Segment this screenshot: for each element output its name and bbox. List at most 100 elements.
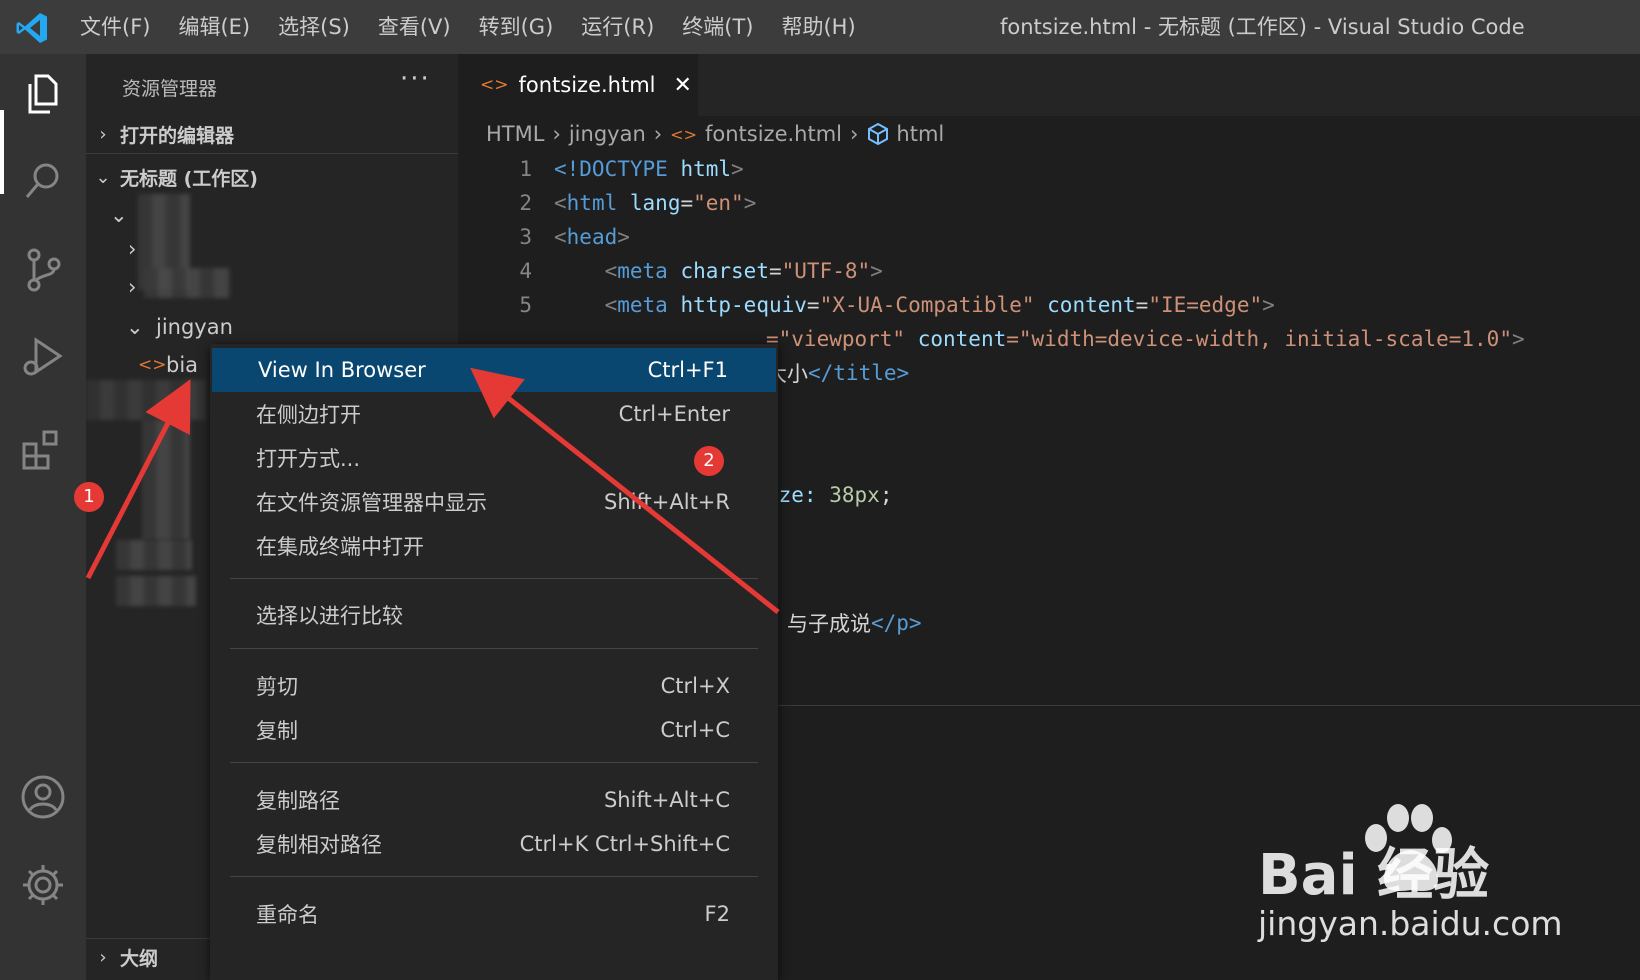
code-token: head	[566, 225, 618, 249]
line-number: 3	[519, 225, 532, 249]
menu-label: 复制	[256, 719, 298, 743]
more-actions-button[interactable]: ···	[400, 64, 431, 94]
code-line-6-fragment[interactable]: ="viewport" content ="width=device-width,…	[766, 322, 1525, 356]
file-label: bia	[166, 353, 199, 377]
html-file-icon: <>	[670, 124, 697, 144]
menu-copy-relative-path[interactable]: 复制相对路径 Ctrl+K Ctrl+Shift+C	[210, 822, 778, 866]
blurred-tree-item	[116, 576, 196, 606]
menu-select-for-compare[interactable]: 选择以进行比较	[210, 593, 778, 637]
extensions-icon[interactable]	[18, 424, 68, 474]
blurred-tree-item	[86, 380, 206, 420]
symbol-element-icon	[868, 122, 889, 146]
menu-label: 打开方式...	[256, 447, 361, 471]
code-line-5[interactable]: 5 <meta http-equiv="X-UA-Compatible" con…	[458, 288, 1274, 322]
outline-label: 大纲	[120, 948, 159, 970]
html-file-icon: <>	[138, 355, 167, 375]
close-icon[interactable]: ✕	[674, 73, 692, 98]
menu-separator	[230, 876, 758, 877]
line-number: 1	[519, 157, 532, 181]
account-icon[interactable]	[18, 772, 68, 822]
menu-label: 选择以进行比较	[256, 604, 403, 628]
breadcrumb: HTML › jingyan › <> fontsize.html › html	[486, 116, 944, 152]
menu-shortcut: Ctrl+Enter	[618, 402, 730, 426]
search-icon[interactable]	[18, 156, 68, 206]
baidu-jingyan-watermark: Bai 经验 jingyan.baidu.com	[1258, 800, 1598, 960]
menu-label: 复制相对路径	[256, 833, 382, 857]
menu-view-in-browser[interactable]: View In Browser Ctrl+F1	[212, 348, 776, 392]
menu-shortcut: Ctrl+X	[660, 674, 730, 698]
breadcrumb-item[interactable]: HTML	[486, 122, 544, 146]
menu-selection[interactable]: 选择(S)	[264, 0, 364, 54]
menu-separator	[230, 648, 758, 649]
code-line-3[interactable]: 3 <head>	[458, 220, 630, 254]
menu-open-to-side[interactable]: 在侧边打开 Ctrl+Enter	[210, 392, 778, 436]
menu-terminal[interactable]: 终端(T)	[668, 0, 767, 54]
tree-chevron-right-icon[interactable]: ›	[128, 268, 136, 306]
line-number: 4	[519, 259, 532, 283]
menu-shortcut: Shift+Alt+C	[603, 788, 730, 812]
menu-shortcut: Ctrl+K Ctrl+Shift+C	[519, 832, 730, 856]
tab-bar: <> fontsize.html ✕	[458, 54, 1640, 116]
chevron-right-icon: ›	[850, 122, 859, 146]
tree-file-bia[interactable]: <> bia	[138, 346, 198, 384]
chevron-right-icon: ›	[99, 124, 107, 145]
menu-shortcut: Ctrl+C	[660, 718, 730, 742]
menu-go[interactable]: 转到(G)	[465, 0, 568, 54]
menu-copy[interactable]: 复制 Ctrl+C	[210, 708, 778, 752]
menu-view[interactable]: 查看(V)	[364, 0, 465, 54]
menu-file[interactable]: 文件(F)	[66, 0, 164, 54]
code-token: charset	[680, 259, 769, 283]
menu-reveal-in-file-explorer[interactable]: 在文件资源管理器中显示 Shift+Alt+R	[210, 480, 778, 524]
folder-label: jingyan	[156, 315, 233, 339]
menu-label: 在集成终端中打开	[256, 535, 424, 559]
code-token: ;	[879, 483, 893, 507]
menu-open-in-terminal[interactable]: 在集成终端中打开	[210, 524, 778, 568]
open-editors-section[interactable]: › 打开的编辑器	[86, 116, 458, 154]
explorer-icon[interactable]	[18, 68, 68, 118]
code-token: "IE=edge"	[1148, 293, 1263, 317]
settings-gear-icon[interactable]	[18, 860, 68, 910]
sidebar-title: 资源管理器	[122, 78, 218, 100]
code-line-2[interactable]: 2 <html lang="en">	[458, 186, 756, 220]
tab-label: fontsize.html	[518, 73, 656, 97]
code-token: lang	[629, 191, 681, 215]
menu-edit[interactable]: 编辑(E)	[164, 0, 264, 54]
menu-run[interactable]: 运行(R)	[567, 0, 668, 54]
breadcrumb-item[interactable]: jingyan	[569, 122, 646, 146]
source-control-icon[interactable]	[18, 244, 68, 294]
title-bar: 文件(F) 编辑(E) 选择(S) 查看(V) 转到(G) 运行(R) 终端(T…	[0, 0, 1640, 54]
code-line-style-fragment[interactable]: ize: 38px;	[766, 478, 892, 512]
code-line-1[interactable]: 1 <!DOCTYPE html>	[458, 152, 743, 186]
line-number: 2	[519, 191, 532, 215]
menu-separator	[230, 762, 758, 763]
workspace-section[interactable]: ⌄ 无标题 (工作区)	[86, 158, 458, 196]
menu-shortcut: F2	[704, 902, 730, 926]
tree-folder-jingyan[interactable]: ⌄ jingyan	[126, 308, 233, 346]
chevron-right-icon: ›	[653, 122, 663, 146]
html-file-icon: <>	[480, 75, 509, 95]
code-line-7-fragment[interactable]: 大小 </title>	[766, 356, 909, 390]
menu-shortcut: Shift+Alt+R	[604, 490, 730, 514]
tree-chevron-right-icon[interactable]: ›	[128, 230, 136, 268]
run-debug-icon[interactable]	[18, 332, 68, 382]
code-line-4[interactable]: 4 <meta charset="UTF-8">	[458, 254, 882, 288]
tree-chevron-down-icon[interactable]: ⌄	[110, 196, 128, 234]
blurred-tree-item	[116, 540, 192, 570]
tab-fontsize-html[interactable]: <> fontsize.html ✕	[458, 54, 698, 116]
code-token: http-equiv	[680, 293, 807, 317]
menu-rename[interactable]: 重命名 F2	[210, 892, 778, 936]
code-token: "UTF-8"	[781, 259, 871, 283]
code-token: "X-UA-Compatible"	[819, 293, 1035, 317]
vscode-logo-icon[interactable]	[14, 10, 50, 46]
code-line-para-fragment[interactable]: ，与子成说 </p>	[766, 606, 922, 640]
menu-open-with[interactable]: 打开方式...	[210, 436, 778, 480]
menu-cut[interactable]: 剪切 Ctrl+X	[210, 664, 778, 708]
menu-copy-path[interactable]: 复制路径 Shift+Alt+C	[210, 778, 778, 822]
chevron-right-icon: ›	[99, 947, 107, 968]
menu-help[interactable]: 帮助(H)	[767, 0, 869, 54]
workspace-label: 无标题 (工作区)	[120, 167, 258, 190]
menu-label: 重命名	[256, 903, 319, 927]
breadcrumb-item[interactable]: html	[896, 122, 944, 146]
code-token: >	[1511, 327, 1525, 351]
breadcrumb-item[interactable]: fontsize.html	[705, 122, 842, 146]
